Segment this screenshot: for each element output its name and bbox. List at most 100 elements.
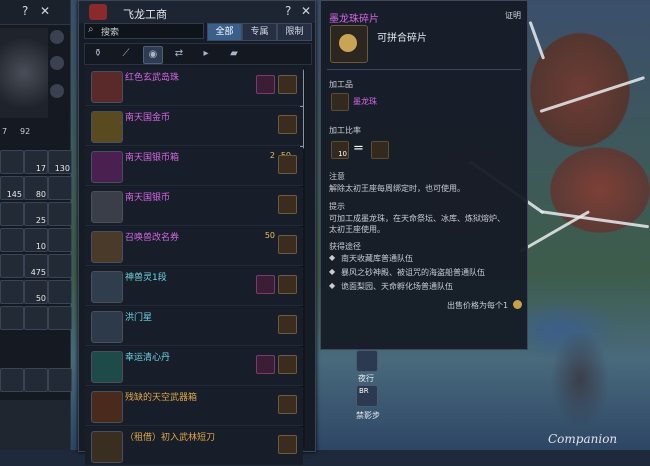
inventory-slot[interactable]: [0, 150, 24, 174]
cost-item-icon[interactable]: [256, 75, 275, 94]
inventory-slot[interactable]: [0, 228, 24, 252]
inventory-slot[interactable]: [48, 228, 72, 252]
shop-item-row[interactable]: 南天国金币: [85, 107, 303, 146]
inventory-slot[interactable]: [24, 306, 48, 330]
tooltip-subtitle: 可拼合碎片: [377, 33, 427, 44]
inventory-slot[interactable]: [48, 280, 72, 304]
dye-icon[interactable]: [50, 84, 64, 98]
inventory-slot[interactable]: 80: [24, 176, 48, 200]
cost-item-icon[interactable]: [256, 355, 275, 374]
source-item: 暴风之砂神殿、被诅咒的海盗船普通队伍: [341, 268, 485, 277]
sword-icon[interactable]: ⟋: [117, 46, 135, 62]
inventory-slot[interactable]: [0, 254, 24, 278]
shop-item-row[interactable]: 红色玄武岛珠: [85, 67, 303, 106]
shop-item-row[interactable]: 南天国银币箱250: [85, 147, 303, 186]
cost-currency-icon[interactable]: [278, 315, 297, 334]
inventory-slot[interactable]: 475: [24, 254, 48, 278]
orb-icon: [371, 141, 389, 159]
search-input[interactable]: ⌕ 搜索: [84, 23, 204, 39]
character-portrait: [0, 28, 48, 118]
disk-icon[interactable]: ◉: [143, 46, 163, 64]
help-button[interactable]: ?: [285, 4, 291, 18]
cost-currency-icon[interactable]: [278, 395, 297, 414]
cost-currency-icon[interactable]: [278, 355, 297, 374]
slot-count: 145: [6, 190, 22, 199]
note-label: 注意: [329, 172, 345, 181]
inventory-slot[interactable]: 145: [0, 176, 24, 200]
shop-item-row[interactable]: 残缺的天空武器箱: [85, 387, 303, 426]
item-name: 召唤兽改名券: [125, 233, 180, 243]
cost-currency-icon[interactable]: [278, 195, 297, 214]
item-price: 50: [264, 231, 275, 240]
gear-icon[interactable]: [50, 56, 64, 70]
gold-bar-icon[interactable]: ▰: [225, 46, 243, 62]
map-road: [519, 210, 591, 253]
cert-label: 证明: [505, 11, 521, 20]
skill-night-walk-button[interactable]: [356, 350, 378, 372]
divider: [327, 69, 521, 70]
hint-line: 太初王座使用。: [329, 225, 385, 234]
inventory-slot[interactable]: [48, 306, 72, 330]
ratio-label: 加工比率: [329, 126, 361, 135]
inventory-slot[interactable]: [0, 280, 24, 304]
bag-icon[interactable]: ⚱: [89, 46, 107, 62]
slot-count: 25: [35, 216, 46, 225]
shop-item-row[interactable]: 神兽灵1段: [85, 267, 303, 306]
inventory-slot[interactable]: [48, 254, 72, 278]
inventory-slot[interactable]: 25: [24, 202, 48, 226]
inventory-slot[interactable]: [48, 202, 72, 226]
inventory-slot[interactable]: [0, 202, 24, 226]
help-button[interactable]: ?: [22, 4, 28, 18]
flag-icon[interactable]: ▸: [197, 46, 215, 62]
shop-item-row[interactable]: （租借）初入武林短刀: [85, 427, 303, 466]
inventory-slot[interactable]: 50: [24, 280, 48, 304]
shop-item-row[interactable]: 洪门星: [85, 307, 303, 346]
inventory-slot[interactable]: 10: [24, 228, 48, 252]
skill-key: BR: [359, 387, 369, 395]
cost-item-icon[interactable]: [256, 275, 275, 294]
equals-sign: =: [353, 141, 364, 156]
inventory-slot[interactable]: [24, 368, 48, 392]
source-bullet-icon: ◆: [329, 267, 336, 276]
item-name: （租借）初入武林短刀: [125, 433, 216, 443]
shop-item-row[interactable]: 召唤兽改名券 50: [85, 227, 303, 266]
shop-titlebar[interactable]: 飞龙工商 ? ✕: [79, 1, 315, 23]
shop-item-row[interactable]: 幸运清心丹: [85, 347, 303, 386]
search-placeholder: 搜索: [101, 28, 120, 38]
skill-shadow-step-button[interactable]: BR: [356, 385, 378, 407]
sell-price-text: 出售价格为每个1: [447, 301, 509, 310]
inventory-slot[interactable]: [48, 176, 72, 200]
search-icon: ⌕: [88, 24, 94, 35]
shop-item-row[interactable]: 南天国银币: [85, 187, 303, 226]
cost-currency-icon[interactable]: [278, 115, 297, 134]
item-icon: [91, 391, 123, 423]
cost-currency-icon[interactable]: [278, 275, 297, 294]
source-bullet-icon: ◆: [329, 253, 336, 262]
tab-all[interactable]: 全部: [207, 23, 242, 41]
settings-icon[interactable]: [50, 30, 64, 44]
inventory-slot[interactable]: 17: [24, 150, 48, 174]
item-name: 南天国银币: [125, 193, 171, 203]
close-button[interactable]: ✕: [301, 4, 311, 18]
inventory-count: 7: [2, 127, 8, 136]
cost-currency-icon[interactable]: [278, 155, 297, 174]
tab-exclusive[interactable]: 专属: [242, 23, 277, 41]
cost-currency-icon[interactable]: [278, 435, 297, 454]
item-name: 南天国金币: [125, 113, 171, 123]
cost-currency-icon[interactable]: [278, 235, 297, 254]
cost-currency-icon[interactable]: [278, 75, 297, 94]
item-name: 幸运清心丹: [125, 353, 171, 363]
item-icon: [91, 351, 123, 383]
tab-limited[interactable]: 限制: [277, 23, 312, 41]
slot-count: 130: [54, 164, 70, 173]
item-icon: [91, 311, 123, 343]
arrows-icon[interactable]: ⇄: [170, 46, 188, 62]
close-button[interactable]: ✕: [40, 4, 50, 18]
inventory-slot[interactable]: 130: [48, 150, 72, 174]
inventory-slot[interactable]: [0, 306, 24, 330]
note-text: 解除太初王座每周绑定时，也可使用。: [329, 184, 465, 193]
dragon-orb-icon: [339, 34, 357, 52]
inventory-slot[interactable]: [48, 368, 72, 392]
inventory-slot[interactable]: [0, 368, 24, 392]
item-name: 洪门星: [125, 313, 153, 323]
